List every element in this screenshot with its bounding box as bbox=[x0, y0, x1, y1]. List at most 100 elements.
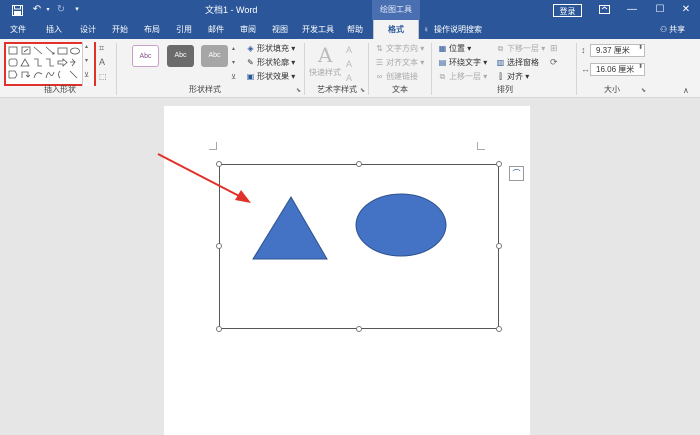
shape-style-thumb-light[interactable]: Abc bbox=[201, 45, 228, 67]
tab-mailings[interactable]: 邮件 bbox=[202, 20, 230, 39]
tab-layout[interactable]: 布局 bbox=[138, 20, 166, 39]
effect-icon: ▣ bbox=[246, 72, 255, 81]
send-backward-button[interactable]: ⧉ 下移一层 ▾ bbox=[496, 43, 546, 55]
group-separator bbox=[576, 43, 577, 95]
wrap-text-icon: ▤ bbox=[438, 58, 447, 67]
shape-styles-scroll[interactable]: ▴ ▾ ⊻ bbox=[231, 43, 241, 87]
annotation-arrow-icon bbox=[157, 153, 251, 203]
text-direction-button[interactable]: ⇅ 文字方向 ▾ bbox=[375, 43, 424, 55]
text-direction-icon: ⇅ bbox=[376, 44, 383, 53]
styles-down-icon[interactable]: ▾ bbox=[232, 59, 235, 66]
minimize-icon[interactable]: — bbox=[618, 0, 646, 20]
drawing-tools-header: 绘图工具 bbox=[372, 0, 420, 20]
selection-pane-icon: ▥ bbox=[496, 58, 505, 67]
wrap-text-button[interactable]: ▤ 环绕文字 ▾ bbox=[438, 57, 488, 69]
styles-more-icon[interactable]: ⊻ bbox=[231, 73, 236, 81]
tab-view[interactable]: 视图 bbox=[266, 20, 294, 39]
shape-outline-label: 形状轮廓 bbox=[257, 58, 289, 67]
shapes-gallery-scroll[interactable]: ▴ ▾ ⊻ bbox=[82, 42, 94, 86]
tab-references[interactable]: 引用 bbox=[170, 20, 198, 39]
selection-pane-button[interactable]: ▥ 选择窗格 bbox=[496, 57, 539, 69]
gallery-up-icon[interactable]: ▴ bbox=[85, 43, 88, 50]
shape-width-icon: ↔ bbox=[581, 64, 590, 74]
resize-handle[interactable] bbox=[496, 243, 502, 249]
tab-help[interactable]: 帮助 bbox=[342, 20, 368, 39]
lightbulb-icon: ♀ bbox=[423, 25, 429, 34]
resize-handle[interactable] bbox=[496, 161, 502, 167]
undo-icon[interactable]: ↶ bbox=[30, 0, 44, 20]
tab-review[interactable]: 审阅 bbox=[234, 20, 262, 39]
wordart-launcher-icon[interactable]: ⬊ bbox=[360, 87, 365, 94]
close-icon[interactable]: ✕ bbox=[672, 0, 700, 20]
tab-design[interactable]: 设计 bbox=[74, 20, 102, 39]
edit-shape-icon[interactable]: ⌗ bbox=[99, 43, 104, 54]
edit-points-icon[interactable]: ⬚ bbox=[99, 72, 107, 81]
wordart-a-icon[interactable]: A bbox=[318, 43, 332, 67]
ribbon-display-options-icon[interactable] bbox=[590, 0, 618, 20]
tell-me-label: 操作说明搜索 bbox=[434, 25, 482, 34]
shape-effect-label: 形状效果 bbox=[257, 72, 289, 81]
maximize-icon[interactable]: ☐ bbox=[646, 0, 674, 20]
send-backward-label: 下移一层 bbox=[507, 44, 539, 53]
tab-home[interactable]: 开始 bbox=[106, 20, 134, 39]
shape-height-field[interactable]: 9.37 厘米 bbox=[590, 44, 645, 57]
tab-file[interactable]: 文件 bbox=[4, 20, 32, 39]
margin-corner-mark bbox=[209, 142, 217, 150]
styles-up-icon[interactable]: ▴ bbox=[232, 45, 235, 52]
shape-style-thumb-dark[interactable]: Abc bbox=[167, 45, 194, 67]
size-label: 大小 bbox=[604, 85, 620, 94]
link-icon: ∞ bbox=[376, 72, 383, 81]
tab-insert[interactable]: 插入 bbox=[40, 20, 68, 39]
create-link-label: 创建链接 bbox=[386, 72, 418, 81]
shape-style-thumb-outline[interactable]: Abc bbox=[132, 45, 159, 67]
undo-dropdown-icon[interactable]: ▾ bbox=[44, 0, 52, 20]
share-button[interactable]: ⚇ 共享 bbox=[660, 20, 685, 39]
position-button[interactable]: ▦ 位置 ▾ bbox=[438, 43, 472, 55]
group-objects-icon[interactable]: ⊞ bbox=[550, 43, 558, 54]
shape-fill-button[interactable]: ◈ 形状填充 ▾ bbox=[246, 43, 295, 55]
align-text-button[interactable]: ☰ 对齐文本 ▾ bbox=[375, 57, 424, 69]
tab-format[interactable]: 格式 bbox=[373, 20, 419, 39]
size-launcher-icon[interactable]: ⬊ bbox=[641, 87, 646, 94]
bring-forward-button[interactable]: ⧉ 上移一层 ▾ bbox=[438, 71, 488, 83]
shape-effect-button[interactable]: ▣ 形状效果 ▾ bbox=[246, 71, 296, 83]
quick-styles-button[interactable]: 快速样式 bbox=[309, 67, 341, 78]
align-button[interactable]: ⫿ 对齐 ▾ bbox=[496, 71, 529, 83]
text-effects-icon[interactable]: A bbox=[346, 73, 352, 83]
collapse-ribbon-icon[interactable]: ∧ bbox=[683, 86, 689, 95]
resize-handle[interactable] bbox=[496, 326, 502, 332]
resize-handle[interactable] bbox=[356, 161, 362, 167]
insert-shapes-label: 插入形状 bbox=[44, 85, 76, 94]
group-separator bbox=[116, 43, 117, 95]
shape-styles-launcher-icon[interactable]: ⬊ bbox=[296, 87, 301, 94]
create-link-button[interactable]: ∞ 创建链接 bbox=[375, 71, 418, 83]
align-text-label: 对齐文本 bbox=[386, 58, 418, 67]
width-spin-icon[interactable]: ⬍ bbox=[638, 63, 643, 70]
shapes-gallery-icons[interactable] bbox=[6, 44, 94, 84]
redo-icon[interactable]: ↻ bbox=[54, 0, 68, 20]
gallery-more-icon[interactable]: ⊻ bbox=[84, 71, 89, 79]
thumb-label: Abc bbox=[208, 52, 221, 59]
ribbon: ▴ ▾ ⊻ ⌗ A ⬚ 插入形状 Abc Abc Abc ▴ ▾ ⊻ ◈ 形状填充… bbox=[0, 39, 700, 98]
text-direction-label: 文字方向 bbox=[386, 44, 418, 53]
text-fill-icon[interactable]: A bbox=[346, 45, 352, 55]
shape-outline-button[interactable]: ✎ 形状轮廓 ▾ bbox=[246, 57, 295, 69]
rotate-icon[interactable]: ⟳ bbox=[550, 57, 558, 68]
tab-developer[interactable]: 开发工具 bbox=[298, 20, 338, 39]
login-button[interactable]: 登录 bbox=[553, 4, 582, 17]
layout-options-icon: ⌒ bbox=[512, 169, 521, 178]
height-spin-icon[interactable]: ⬍ bbox=[638, 44, 643, 51]
resize-handle[interactable] bbox=[216, 243, 222, 249]
resize-handle[interactable] bbox=[356, 326, 362, 332]
align-text-icon: ☰ bbox=[375, 58, 384, 67]
gallery-down-icon[interactable]: ▾ bbox=[85, 57, 88, 64]
text-outline-icon[interactable]: A bbox=[346, 59, 352, 69]
customize-qat-icon[interactable]: ▾ bbox=[72, 0, 82, 20]
text-box-icon[interactable]: A bbox=[99, 57, 105, 67]
oval-shape[interactable] bbox=[355, 193, 447, 257]
shape-width-field[interactable]: 16.06 厘米 bbox=[590, 63, 645, 76]
layout-options-button[interactable]: ⌒ bbox=[509, 166, 524, 181]
tell-me-search[interactable]: ♀ 操作说明搜索 bbox=[423, 20, 482, 39]
group-separator bbox=[304, 43, 305, 95]
resize-handle[interactable] bbox=[216, 326, 222, 332]
